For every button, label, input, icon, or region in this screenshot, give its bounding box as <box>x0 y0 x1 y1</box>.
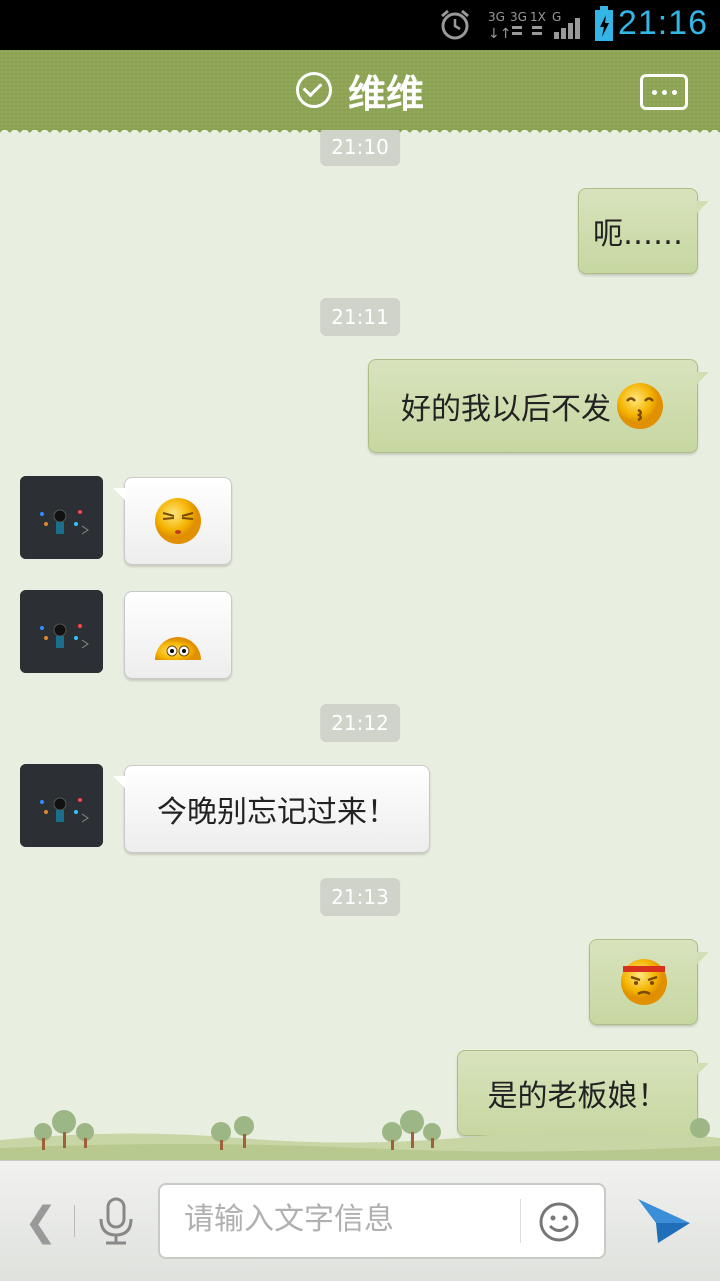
message-text: 好的我以后不发 <box>401 392 611 427</box>
message-bubble-outgoing[interactable]: 呃…… <box>578 188 709 274</box>
message-text: 呃…… <box>593 217 683 252</box>
divider <box>520 1199 521 1243</box>
send-icon[interactable] <box>636 1197 692 1245</box>
svg-text:G: G <box>552 10 561 24</box>
back-icon[interactable]: ❮ <box>24 1199 58 1245</box>
microphone-icon[interactable] <box>96 1197 136 1245</box>
avatar[interactable] <box>20 764 103 847</box>
battery-charging-icon <box>595 6 613 41</box>
kiss-emoji-icon <box>617 383 663 429</box>
more-dots-icon <box>651 89 657 95</box>
message-bubble-outgoing[interactable] <box>589 939 709 1025</box>
squint-emoji-icon <box>155 498 201 544</box>
signal-icon: G <box>552 10 580 39</box>
avatar[interactable] <box>20 476 103 559</box>
chat-area[interactable]: 21:10 呃…… 21:11 好的我以后不发 21:12 今晚别忘记过来！ 2… <box>0 130 720 1160</box>
landscape-decoration <box>0 1110 720 1160</box>
contact-name: 维维 <box>347 71 424 116</box>
timestamp: 21:10 <box>320 130 400 166</box>
svg-text:1X: 1X <box>530 10 546 24</box>
message-bubble-outgoing[interactable]: 好的我以后不发 <box>368 359 709 453</box>
message-text: 今晚别忘记过来！ <box>157 795 397 830</box>
svg-text:3G: 3G <box>510 10 527 24</box>
alarm-icon <box>441 9 469 40</box>
avatar[interactable] <box>20 590 103 673</box>
message-input[interactable] <box>182 1201 516 1238</box>
divider <box>74 1205 75 1237</box>
status-bar: 3G 3G 1X ↓↑ G 21:16 <box>0 0 720 50</box>
input-bar: ❮ <box>0 1160 720 1281</box>
timestamp: 21:13 <box>320 878 400 916</box>
smiley-icon[interactable] <box>538 1201 580 1243</box>
network-icon: 3G 3G 1X ↓↑ <box>488 10 546 42</box>
message-bubble-incoming[interactable] <box>113 477 232 565</box>
status-clock: 21:16 <box>617 4 708 42</box>
svg-text:3G: 3G <box>488 10 505 24</box>
message-input-box[interactable] <box>158 1183 606 1259</box>
angry-headband-emoji-icon <box>620 959 667 1005</box>
message-bubble-incoming[interactable]: 今晚别忘记过来！ <box>113 765 430 853</box>
timestamp: 21:12 <box>320 704 400 742</box>
svg-text:↓↑: ↓↑ <box>488 26 511 42</box>
check-circle-icon <box>295 72 332 108</box>
timestamp: 21:11 <box>320 298 400 336</box>
chat-header: 维维 <box>0 50 720 130</box>
message-bubble-incoming[interactable] <box>124 591 232 679</box>
more-options-button[interactable] <box>640 74 688 110</box>
peek-emoji-icon <box>155 637 201 660</box>
